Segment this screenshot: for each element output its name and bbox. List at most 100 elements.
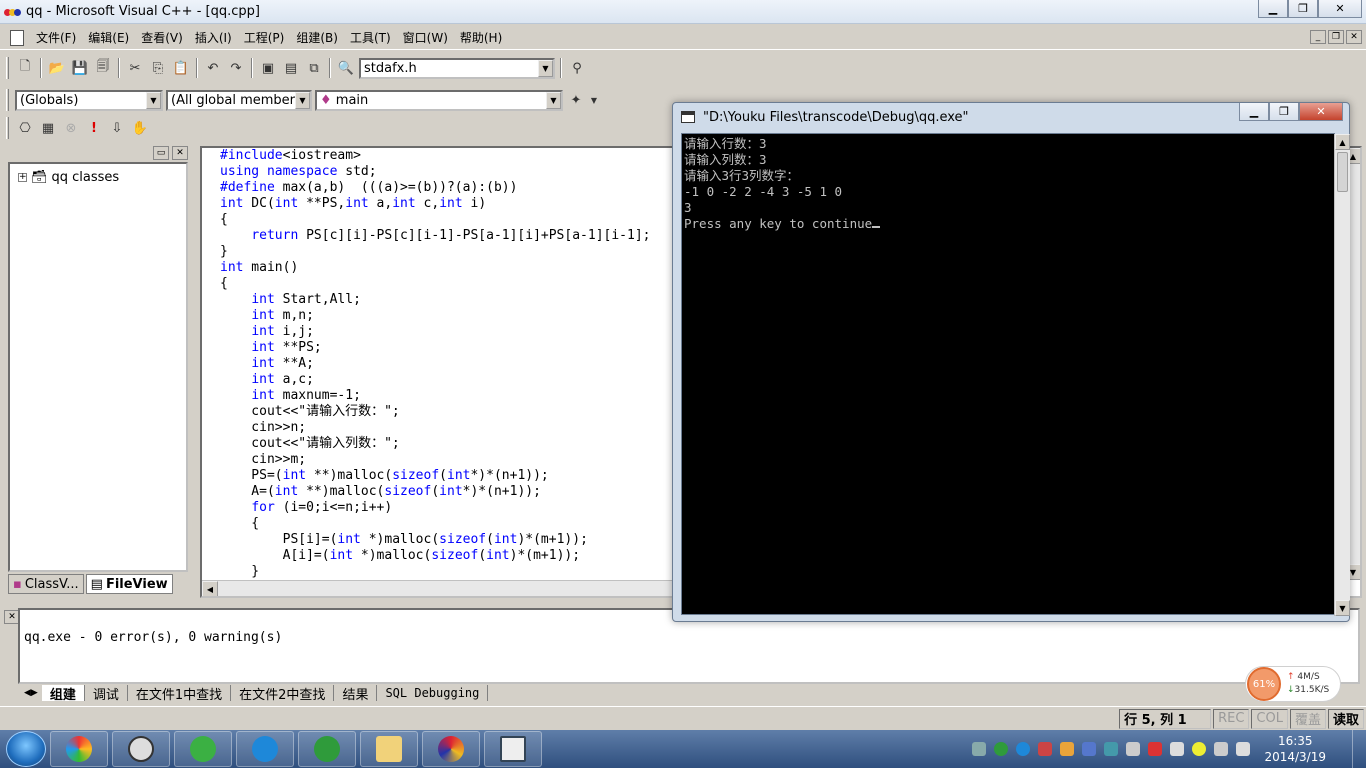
go-icon[interactable]: ⇩ — [107, 118, 127, 138]
tab-build[interactable]: 组建 — [41, 685, 85, 703]
code-line[interactable]: } — [220, 564, 650, 580]
tray-app-icon[interactable] — [1082, 742, 1097, 756]
close-button[interactable]: ✕ — [1318, 0, 1362, 18]
menu-window[interactable]: 窗口(W) — [397, 27, 454, 48]
code-line[interactable]: for (i=0;i<=n;i++) — [220, 500, 650, 516]
code-line[interactable]: int **PS; — [220, 340, 650, 356]
build-icon[interactable]: ▦ — [38, 118, 58, 138]
code-line[interactable]: { — [220, 516, 650, 532]
copy-icon[interactable]: ⎘ — [148, 58, 168, 78]
redo-icon[interactable]: ↷ — [226, 58, 246, 78]
menu-tools[interactable]: 工具(T) — [344, 27, 397, 48]
action-center-flag-icon[interactable] — [1126, 742, 1141, 756]
code-line[interactable]: using namespace std; — [220, 164, 650, 180]
menu-help[interactable]: 帮助(H) — [454, 27, 508, 48]
chevron-down-icon[interactable]: ▼ — [538, 59, 553, 77]
expand-icon[interactable]: + — [18, 173, 27, 182]
workspace-icon[interactable]: ▣ — [258, 58, 278, 78]
chevron-down-icon[interactable]: ▼ — [589, 90, 599, 110]
code-line[interactable]: PS[i]=(int *)malloc(sizeof(int)*(m+1)); — [220, 532, 650, 548]
power-icon[interactable] — [1170, 742, 1185, 756]
tab-find-in-files-2[interactable]: 在文件2中查找 — [231, 685, 335, 703]
undo-icon[interactable]: ↶ — [203, 58, 223, 78]
volume-icon[interactable] — [1148, 742, 1163, 756]
scroll-left-icon[interactable]: ◀ — [202, 581, 218, 596]
console-close-button[interactable]: ✕ — [1299, 103, 1343, 121]
code-line[interactable]: cin>>n; — [220, 420, 650, 436]
menu-build[interactable]: 组建(B) — [290, 27, 344, 48]
mdi-restore-button[interactable]: ❐ — [1328, 30, 1344, 44]
code-line[interactable]: } — [220, 244, 650, 260]
open-folder-icon[interactable]: 📂 — [47, 58, 67, 78]
wizard-action-icon[interactable]: ✦ — [566, 90, 586, 110]
stop-build-icon[interactable]: ⊗ — [61, 118, 81, 138]
file-combo[interactable]: stdafx.h ▼ — [359, 57, 555, 79]
code-line[interactable]: A=(int **)malloc(sizeof(int*)*(n+1)); — [220, 484, 650, 500]
taskbar-app-3[interactable] — [174, 731, 232, 767]
taskbar-app-1[interactable] — [50, 731, 108, 767]
show-desktop-button[interactable] — [1352, 730, 1366, 768]
tray-app-icon[interactable] — [1192, 742, 1207, 756]
code-line[interactable]: return PS[c][i]-PS[c][i-1]-PS[a-1][i]+PS… — [220, 228, 650, 244]
tab-fileview[interactable]: ▤ FileView — [85, 574, 173, 594]
tray-app-icon[interactable] — [1060, 742, 1075, 756]
execute-icon[interactable]: ! — [84, 118, 104, 138]
network-icon[interactable] — [1236, 742, 1251, 756]
class-combo[interactable]: (Globals) ▼ — [15, 89, 163, 111]
code-line[interactable]: cout<<"请输入行数："; — [220, 404, 650, 420]
window-list-icon[interactable]: ⧉ — [304, 58, 324, 78]
player-icon[interactable] — [1016, 742, 1031, 756]
maximize-button[interactable]: ❐ — [1288, 0, 1318, 18]
document-icon[interactable] — [10, 29, 24, 46]
save-icon[interactable]: 💾 — [70, 58, 90, 78]
code-line[interactable]: { — [220, 212, 650, 228]
output-icon[interactable]: ▤ — [281, 58, 301, 78]
taskbar-app-5[interactable] — [298, 731, 356, 767]
find-in-files-icon[interactable]: 🔍 — [336, 58, 356, 78]
breakpoint-hand-icon[interactable]: ✋ — [130, 118, 150, 138]
chevron-down-icon[interactable]: ▼ — [146, 91, 161, 109]
menu-edit[interactable]: 编辑(E) — [82, 27, 135, 48]
menu-view[interactable]: 查看(V) — [135, 27, 189, 48]
console-maximize-button[interactable]: ❐ — [1269, 103, 1299, 121]
code-line[interactable]: #define max(a,b) (((a)>=(b))?(a):(b)) — [220, 180, 650, 196]
code-text[interactable]: #include<iostream> using namespace std; #d… — [220, 148, 650, 580]
tray-app-icon[interactable] — [1038, 742, 1053, 756]
menu-insert[interactable]: 插入(I) — [189, 27, 238, 48]
code-line[interactable]: { — [220, 276, 650, 292]
code-line[interactable]: int main() — [220, 260, 650, 276]
scroll-up-icon[interactable]: ▲ — [1335, 134, 1350, 150]
class-tree[interactable]: + 🗃 qq classes — [8, 162, 188, 572]
code-line[interactable]: int i,j; — [220, 324, 650, 340]
console-window[interactable]: "D:\Youku Files\transcode\Debug\qq.exe" … — [672, 102, 1350, 622]
save-all-icon[interactable]: 🗐 — [93, 58, 113, 78]
scroll-down-icon[interactable]: ▼ — [1335, 600, 1350, 616]
new-file-icon[interactable]: 🗋 — [15, 58, 35, 78]
console-output[interactable]: 请输入行数：3 请输入列数：3 请输入3行3列数字： -1 0 -2 2 -4 … — [681, 133, 1350, 616]
workspace-close-icon[interactable]: ✕ — [172, 146, 188, 160]
console-minimize-button[interactable]: ▁ — [1239, 103, 1269, 121]
start-button[interactable] — [6, 731, 46, 767]
workspace-dock-button[interactable]: ▭ — [153, 146, 169, 160]
code-line[interactable]: int m,n; — [220, 308, 650, 324]
minimize-button[interactable]: ▁ — [1258, 0, 1288, 18]
code-line[interactable]: int a,c; — [220, 372, 650, 388]
chevron-down-icon[interactable]: ▼ — [546, 91, 561, 109]
code-line[interactable]: int Start,All; — [220, 292, 650, 308]
taskbar-app-2[interactable] — [112, 731, 170, 767]
menu-file[interactable]: 文件(F) — [30, 27, 82, 48]
cut-icon[interactable]: ✂ — [125, 58, 145, 78]
chevron-down-icon[interactable]: ▼ — [295, 91, 310, 109]
code-line[interactable]: int maxnum=-1; — [220, 388, 650, 404]
taskbar-app-4[interactable] — [236, 731, 294, 767]
scroll-thumb[interactable] — [1337, 152, 1348, 192]
tab-scroll-icon[interactable]: ◀▶ — [20, 688, 42, 698]
code-line[interactable]: cin>>m; — [220, 452, 650, 468]
code-line[interactable]: #include<iostream> — [220, 148, 650, 164]
security-shield-icon[interactable] — [1104, 742, 1119, 756]
tab-sql-debugging[interactable]: SQL Debugging — [377, 685, 489, 701]
taskbar-app-7[interactable] — [422, 731, 480, 767]
tab-find-in-files-1[interactable]: 在文件1中查找 — [128, 685, 232, 703]
speaker-icon[interactable] — [1214, 742, 1229, 756]
keyboard-icon[interactable] — [972, 742, 987, 756]
